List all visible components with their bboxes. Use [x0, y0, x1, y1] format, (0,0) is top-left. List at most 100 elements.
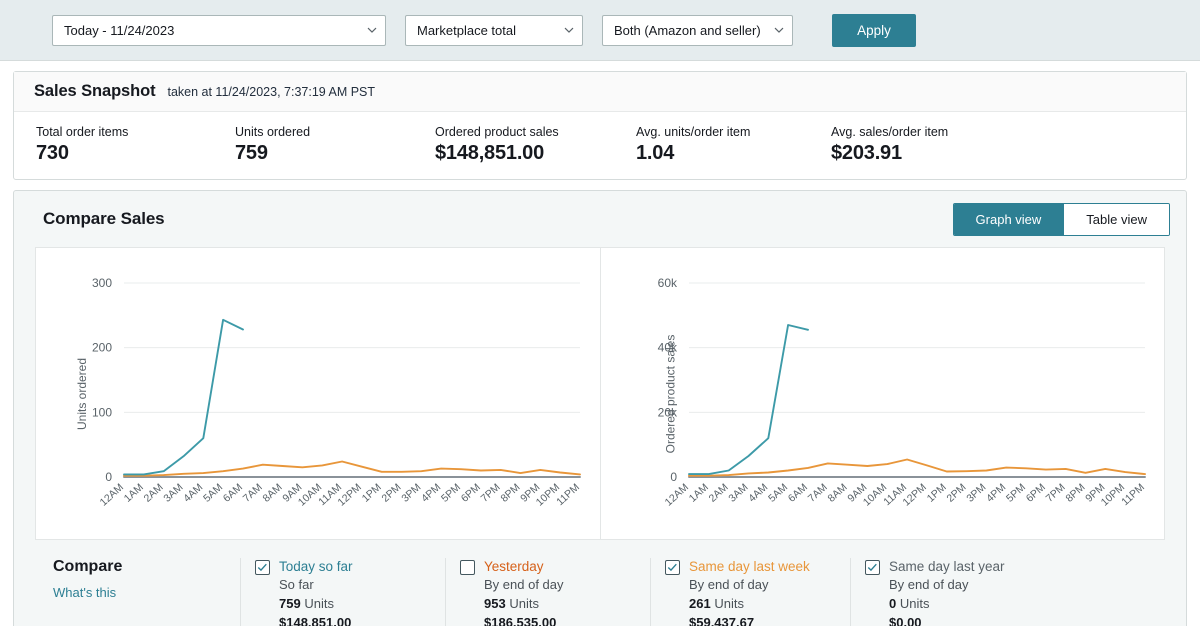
legend-name: Today so far	[279, 559, 353, 574]
svg-text:2PM: 2PM	[379, 481, 403, 504]
metric-value: 759	[235, 142, 268, 164]
chevron-down-icon	[564, 25, 574, 34]
svg-text:100: 100	[92, 405, 112, 419]
chart-units-ordered-svg: 010020030012AM1AM2AM3AM4AM5AM6AM7AM8AM9A…	[92, 276, 582, 509]
check-icon	[867, 563, 877, 572]
legend-period: By end of day	[484, 577, 564, 592]
svg-text:2AM: 2AM	[707, 481, 731, 504]
date-range-value: Today - 11/24/2023	[64, 22, 175, 38]
svg-text:6AM: 6AM	[221, 481, 245, 504]
snapshot-timestamp: taken at 11/24/2023, 7:37:19 AM PST	[167, 84, 376, 99]
svg-text:1PM: 1PM	[925, 481, 949, 504]
compare-legend-heading: Compare What's this	[35, 558, 240, 626]
legend-period: By end of day	[889, 577, 969, 592]
metric-value: 730	[36, 142, 69, 164]
svg-text:1PM: 1PM	[360, 481, 384, 504]
svg-text:200: 200	[92, 341, 112, 355]
legend-item-same-day-last-week[interactable]: Same day last week By end of day 261 Uni…	[650, 558, 850, 626]
svg-text:1AM: 1AM	[122, 481, 146, 504]
svg-text:6AM: 6AM	[786, 481, 810, 504]
svg-text:0: 0	[670, 470, 677, 484]
legend-name: Yesterday	[484, 559, 544, 574]
legend-item-same-day-last-year[interactable]: Same day last year By end of day 0 Units…	[850, 558, 1055, 626]
svg-text:8AM: 8AM	[826, 481, 850, 504]
tab-table-view[interactable]: Table view	[1063, 203, 1169, 235]
metric-label: Avg. units/order item	[636, 125, 751, 139]
svg-text:4PM: 4PM	[984, 481, 1008, 504]
marketplace-select[interactable]: Marketplace total	[405, 14, 583, 46]
svg-text:5PM: 5PM	[439, 481, 463, 504]
svg-text:5AM: 5AM	[201, 481, 225, 504]
svg-text:4AM: 4AM	[746, 481, 770, 504]
chart-units-ordered: Units ordered 0 100 200 300 12AM 1AM 2AM 3AM 4AM…	[36, 248, 600, 539]
checkbox-today-so-far[interactable]	[255, 560, 270, 575]
legend-units: 0 Units	[889, 596, 930, 611]
sales-snapshot-card: Sales Snapshot taken at 11/24/2023, 7:37…	[13, 71, 1187, 180]
svg-text:3AM: 3AM	[161, 481, 185, 504]
metric-ordered-product-sales: Ordered product sales $148,851.00	[413, 125, 614, 165]
compare-sales-card: Compare Sales Graph view Table view Unit…	[13, 190, 1187, 626]
legend-item-today-so-far[interactable]: Today so far So far 759 Units $148,851.0…	[240, 558, 445, 626]
checkbox-same-day-last-year[interactable]	[865, 560, 880, 575]
chart-ordered-product-sales-svg: 020k40k60k12AM1AM2AM3AM4AM5AM6AM7AM8AM9A…	[658, 276, 1147, 509]
svg-text:1AM: 1AM	[687, 481, 711, 504]
metric-avg-sales-per-order-item: Avg. sales/order item $203.91	[809, 125, 1009, 165]
metric-total-order-items: Total order items 730	[14, 125, 213, 165]
metric-units-ordered: Units ordered 759	[213, 125, 413, 165]
svg-text:5AM: 5AM	[766, 481, 790, 504]
metric-value: $148,851.00	[435, 142, 545, 164]
legend-money: $59,437.67	[689, 615, 755, 626]
chart-ordered-product-sales: Ordered product sales 0 20k 40k 60k 12AM 1AM 2…	[600, 248, 1164, 539]
svg-text:3PM: 3PM	[964, 481, 988, 504]
legend-money: $148,851.00	[279, 615, 352, 626]
metric-label: Avg. sales/order item	[831, 125, 949, 139]
metric-label: Units ordered	[235, 125, 311, 139]
metric-label: Total order items	[36, 125, 129, 139]
fulfillment-value: Both (Amazon and seller)	[614, 22, 761, 38]
svg-text:3AM: 3AM	[726, 481, 750, 504]
apply-button[interactable]: Apply	[832, 13, 916, 47]
filter-bar: Today - 11/24/2023 Marketplace total Bot…	[0, 0, 1200, 61]
legend-period: By end of day	[689, 577, 769, 592]
svg-text:7PM: 7PM	[479, 481, 503, 504]
chevron-down-icon	[774, 25, 784, 34]
compare-sales-title: Compare Sales	[43, 209, 165, 228]
svg-text:8PM: 8PM	[1063, 481, 1087, 504]
legend-period: So far	[279, 577, 314, 592]
svg-text:40k: 40k	[658, 341, 678, 355]
metric-label: Ordered product sales	[435, 125, 559, 139]
marketplace-value: Marketplace total	[417, 22, 516, 38]
svg-text:8AM: 8AM	[261, 481, 285, 504]
svg-text:11PM: 11PM	[554, 481, 582, 508]
svg-text:0: 0	[105, 470, 112, 484]
svg-text:7AM: 7AM	[241, 481, 265, 504]
date-range-select[interactable]: Today - 11/24/2023	[52, 14, 386, 46]
snapshot-metrics: Total order items 730 Units ordered 759 …	[14, 112, 1186, 179]
compare-label: Compare	[53, 558, 123, 575]
svg-text:2AM: 2AM	[142, 481, 166, 504]
svg-text:7AM: 7AM	[806, 481, 830, 504]
svg-text:20k: 20k	[658, 405, 678, 419]
compare-legend: Compare What's this Today so far So far …	[35, 556, 1165, 626]
tab-graph-view[interactable]: Graph view	[953, 203, 1064, 235]
svg-text:5PM: 5PM	[1004, 481, 1028, 504]
charts-container: Units ordered 0 100 200 300 12AM 1AM 2AM 3AM 4AM…	[35, 247, 1165, 540]
fulfillment-select[interactable]: Both (Amazon and seller)	[602, 14, 793, 46]
svg-text:6PM: 6PM	[459, 481, 483, 504]
legend-item-yesterday[interactable]: Yesterday By end of day 953 Units $186,5…	[445, 558, 650, 626]
svg-text:8PM: 8PM	[498, 481, 522, 504]
svg-text:3PM: 3PM	[399, 481, 423, 504]
sales-snapshot-header: Sales Snapshot taken at 11/24/2023, 7:37…	[14, 72, 1186, 112]
page-title: Sales Snapshot	[34, 82, 156, 100]
checkbox-same-day-last-week[interactable]	[665, 560, 680, 575]
check-icon	[667, 563, 677, 572]
whats-this-link[interactable]: What's this	[53, 585, 240, 600]
legend-units: 953 Units	[484, 596, 539, 611]
legend-money: $0.00	[889, 615, 922, 626]
view-toggle: Graph view Table view	[952, 202, 1170, 236]
check-icon	[257, 563, 267, 572]
checkbox-yesterday[interactable]	[460, 560, 475, 575]
svg-text:4AM: 4AM	[181, 481, 205, 504]
legend-units: 759 Units	[279, 596, 334, 611]
svg-text:2PM: 2PM	[944, 481, 968, 504]
